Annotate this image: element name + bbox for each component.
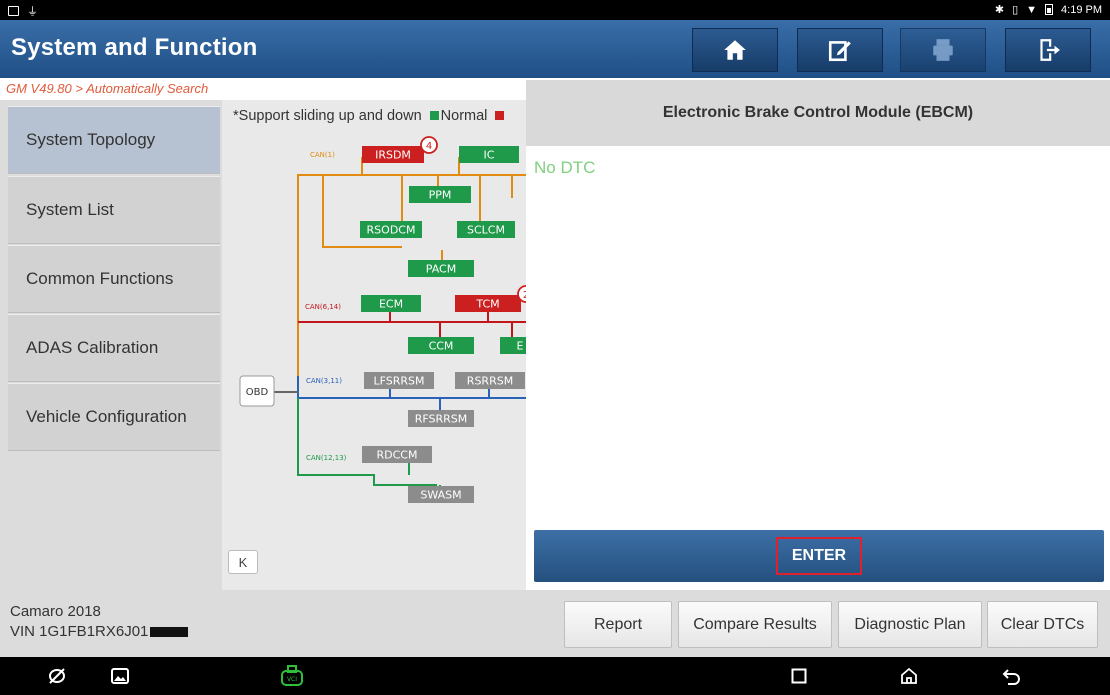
module-node-rfsrrsm[interactable]: RFSRRSM xyxy=(408,410,474,427)
wifi-icon: ▼ xyxy=(1026,3,1038,16)
home-icon xyxy=(724,40,746,60)
vin-redaction xyxy=(150,627,189,638)
fault-count-text: 4 xyxy=(426,141,432,152)
title-bar: System and Function xyxy=(0,20,1110,78)
module-label: ECM xyxy=(379,298,403,311)
module-label: IRSDM xyxy=(375,149,411,162)
breadcrumb: GM V49.80 > Automatically Search xyxy=(6,81,209,96)
module-node-lfsrrsm[interactable]: LFSRRSM xyxy=(364,372,434,389)
obd-label: OBD xyxy=(246,387,269,398)
sidebar-item-label: Common Functions xyxy=(26,269,174,288)
vehicle-vin: VIN 1G1FB1RX6J01 xyxy=(10,622,189,642)
compare-results-button[interactable]: Compare Results xyxy=(678,601,832,648)
diagnostic-plan-button[interactable]: Diagnostic Plan xyxy=(838,601,982,648)
module-label: PPM xyxy=(429,189,452,202)
dtc-status: No DTC xyxy=(534,158,596,177)
bottom-action-bar: Camaro 2018 VIN 1G1FB1RX6J01 Report Comp… xyxy=(0,590,1110,657)
sidebar-item-system-topology[interactable]: System Topology xyxy=(8,106,220,174)
svg-text:VCI: VCI xyxy=(287,676,297,683)
module-node-tcm[interactable]: TCM2 xyxy=(455,285,526,312)
exit-icon xyxy=(1040,39,1060,61)
module-node-sclcm[interactable]: SCLCM xyxy=(457,221,515,238)
status-bar: ⏚ ✱ ▯ ▼ 4:19 PM xyxy=(0,0,1110,20)
sidebar-item-vehicle-configuration[interactable]: Vehicle Configuration xyxy=(8,383,220,451)
module-label: TCM xyxy=(475,298,499,311)
vehicle-model: Camaro 2018 xyxy=(10,603,101,620)
gallery-icon[interactable] xyxy=(108,665,132,687)
home-button[interactable] xyxy=(692,28,778,72)
sidebar-item-label: Vehicle Configuration xyxy=(26,407,187,426)
vci-icon[interactable]: VCI xyxy=(279,665,305,687)
module-node-rsodcm[interactable]: RSODCM xyxy=(360,221,422,238)
module-node-ccm[interactable]: CCM xyxy=(408,337,474,354)
module-node-ppm[interactable]: PPM xyxy=(409,186,471,203)
module-title: Electronic Brake Control Module (EBCM) xyxy=(526,80,1110,146)
edit-icon xyxy=(828,41,851,62)
image-notification-icon xyxy=(8,6,19,16)
sidebar-item-system-list[interactable]: System List xyxy=(8,176,220,244)
sidebar-item-label: ADAS Calibration xyxy=(26,338,159,357)
topology-view[interactable]: *Support sliding up and down Normal CAN(… xyxy=(222,100,526,590)
module-label: E xyxy=(517,340,524,353)
module-node-pacm[interactable]: PACM xyxy=(408,260,474,277)
module-panel: Electronic Brake Control Module (EBCM) N… xyxy=(526,80,1110,590)
sidebar-item-adas-calibration[interactable]: ADAS Calibration xyxy=(8,314,220,382)
module-node-irsdm[interactable]: IRSDM 4 xyxy=(362,136,438,163)
vehicle-info: Camaro 2018 VIN 1G1FB1RX6J01 xyxy=(10,602,189,642)
print-icon xyxy=(933,39,953,61)
sidebar-item-common-functions[interactable]: Common Functions xyxy=(8,245,220,313)
module-node-e[interactable]: E xyxy=(500,337,526,354)
module-label: SWASM xyxy=(420,489,461,502)
module-label: RSODCM xyxy=(367,224,416,237)
module-label: RFSRRSM xyxy=(415,413,468,426)
enter-button[interactable]: ENTER xyxy=(534,530,1104,582)
module-label: CCM xyxy=(429,340,454,353)
system-nav-bar: VCI xyxy=(0,657,1110,695)
module-label: RSRRSM xyxy=(467,375,513,388)
module-node-ecm[interactable]: ECM xyxy=(361,295,421,312)
back-icon[interactable] xyxy=(1000,665,1024,687)
module-label: RDCCM xyxy=(377,449,418,462)
usb-icon: ⏚ xyxy=(27,6,38,18)
home-nav-icon[interactable] xyxy=(897,665,921,687)
recent-apps-icon[interactable] xyxy=(787,665,811,687)
bluetooth-icon: ✱ xyxy=(994,4,1005,16)
module-node-rsrrsm[interactable]: RSRRSM xyxy=(455,372,525,389)
module-node-swasm[interactable]: SWASM xyxy=(408,486,474,503)
enter-button-label: ENTER xyxy=(775,537,863,575)
module-label: SCLCM xyxy=(467,224,505,237)
battery-icon xyxy=(1045,4,1054,15)
clear-dtcs-button[interactable]: Clear DTCs xyxy=(987,601,1098,648)
sidebar-item-label: System Topology xyxy=(26,130,156,149)
clock: 4:19 PM xyxy=(1061,3,1102,16)
bus-label: CAN(6,14) xyxy=(305,303,341,311)
sidebar: System Topology System List Common Funct… xyxy=(0,100,222,590)
edit-button[interactable] xyxy=(797,28,883,72)
exit-button[interactable] xyxy=(1005,28,1091,72)
bus-label: CAN(12,13) xyxy=(306,454,347,462)
page-title: System and Function xyxy=(11,34,258,61)
module-label: LFSRRSM xyxy=(373,375,424,388)
print-button[interactable] xyxy=(900,28,986,72)
report-button[interactable]: Report xyxy=(564,601,672,648)
module-label: IC xyxy=(484,149,495,162)
collapse-panel-button[interactable]: K xyxy=(228,550,258,574)
obd-node[interactable]: OBD xyxy=(239,375,275,407)
module-node-ic[interactable]: IC xyxy=(459,146,519,163)
app-root: ⏚ ✱ ▯ ▼ 4:19 PM System and Function GM V… xyxy=(0,0,1110,695)
vibrate-icon: ▯ xyxy=(1012,4,1019,16)
module-node-rdccm[interactable]: RDCCM xyxy=(362,446,432,463)
sidebar-item-label: System List xyxy=(26,200,114,219)
bus-label: CAN(3,11) xyxy=(306,377,342,385)
bus-label: CAN(1) xyxy=(310,151,335,159)
module-label: PACM xyxy=(426,263,456,276)
topology-diagram: CAN(1) CAN(6,14) CAN(3,11) CAN(12,13) IRSDM… xyxy=(239,136,526,503)
browser-icon[interactable] xyxy=(45,665,69,687)
